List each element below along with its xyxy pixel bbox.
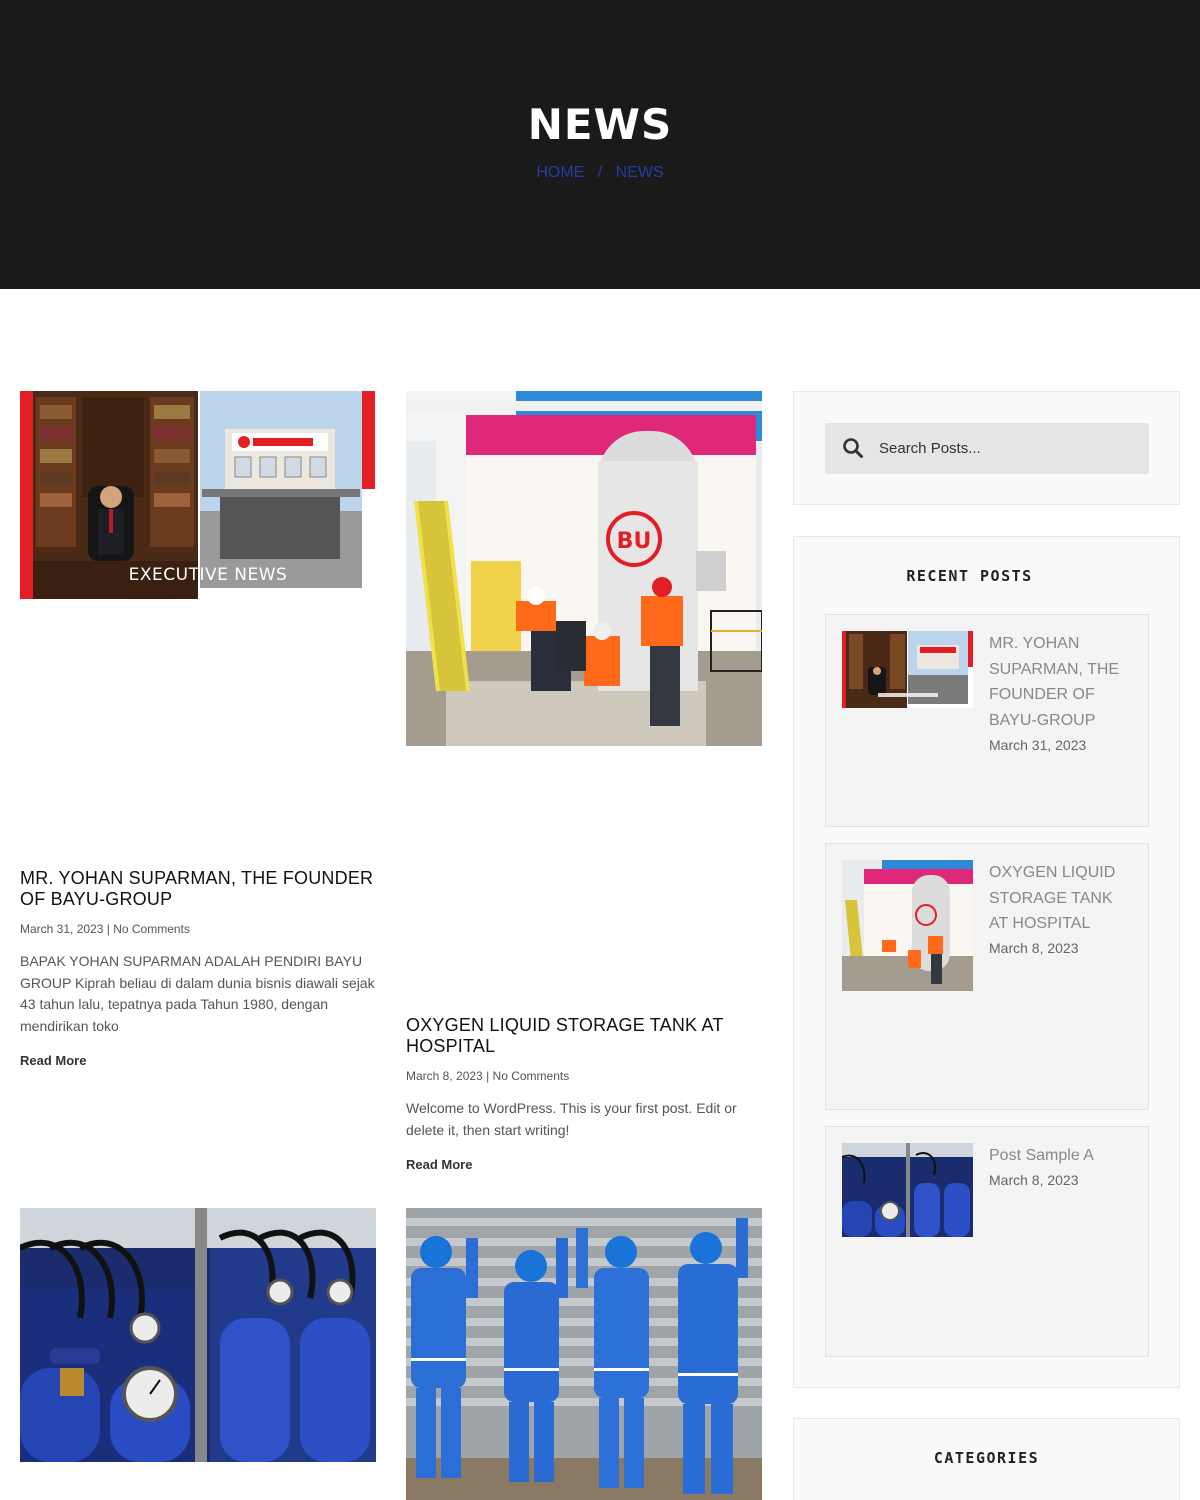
- executive-news-thumb: [842, 631, 973, 708]
- breadcrumb-separator: /: [597, 164, 603, 181]
- post-thumbnail[interactable]: [20, 1208, 376, 1462]
- post-thumbnail[interactable]: [406, 1208, 762, 1500]
- post-excerpt: BAPAK YOHAN SUPARMAN ADALAH PENDIRI BAYU…: [20, 953, 375, 1034]
- recent-post-title[interactable]: OXYGEN LIQUID STORAGE TANK AT HOSPITAL: [989, 860, 1134, 937]
- gas-cylinders-thumb: [842, 1143, 973, 1237]
- recent-post-item[interactable]: MR. YOHAN SUPARMAN, THE FOUNDER OF BAYU-…: [825, 614, 1149, 827]
- oxygen-tank-thumb: [842, 860, 973, 991]
- breadcrumb-home-link[interactable]: HOME: [536, 164, 584, 181]
- oxygen-tank-image: BU: [406, 391, 762, 746]
- recent-post-thumbnail[interactable]: [842, 1143, 973, 1237]
- post-thumbnail[interactable]: EXECUTIVE NEWS: [20, 391, 376, 599]
- post-excerpt: Welcome to WordPress. This is your first…: [406, 1100, 737, 1138]
- read-more-link[interactable]: Read More: [406, 1157, 472, 1172]
- recent-post-title[interactable]: MR. YOHAN SUPARMAN, THE FOUNDER OF BAYU-…: [989, 631, 1134, 733]
- post-title[interactable]: MR. YOHAN SUPARMAN, THE FOUNDER OF BAYU-…: [20, 868, 376, 910]
- recent-post-item[interactable]: OXYGEN LIQUID STORAGE TANK AT HOSPITAL M…: [825, 843, 1149, 1110]
- read-more-link[interactable]: Read More: [20, 1053, 86, 1068]
- categories-widget: CATEGORIES: [793, 1418, 1180, 1500]
- post-thumbnail[interactable]: BU: [406, 391, 762, 746]
- workers-image: [406, 1208, 762, 1500]
- breadcrumb-current-link[interactable]: NEWS: [616, 164, 664, 181]
- search-widget: [793, 391, 1180, 505]
- image-caption: EXECUTIVE NEWS: [129, 565, 288, 585]
- recent-post-thumbnail[interactable]: [842, 860, 973, 991]
- post-date: March 31, 2023: [20, 922, 104, 936]
- post-comments-link[interactable]: No Comments: [113, 922, 190, 936]
- recent-post-thumbnail[interactable]: [842, 631, 973, 708]
- breadcrumb: HOME / NEWS: [0, 164, 1200, 182]
- post-meta: March 8, 2023 | No Comments: [406, 1069, 762, 1083]
- categories-title: CATEGORIES: [933, 1449, 1040, 1467]
- post-meta: March 31, 2023 | No Comments: [20, 922, 376, 936]
- gas-cylinders-image: [20, 1208, 376, 1462]
- recent-posts-widget: RECENT POSTS MR. YOHAN SUPARMAN, THE FOU…: [793, 536, 1180, 1388]
- recent-post-item[interactable]: Post Sample A March 8, 2023: [825, 1126, 1149, 1357]
- search-box: [825, 423, 1149, 474]
- recent-post-date: March 31, 2023: [989, 737, 1087, 753]
- post-comments-link[interactable]: No Comments: [493, 1069, 570, 1083]
- recent-post-title[interactable]: Post Sample A: [989, 1143, 1134, 1169]
- page-title: NEWS: [527, 100, 673, 149]
- meta-separator: |: [106, 922, 110, 936]
- page-hero: NEWS HOME / NEWS: [0, 0, 1200, 289]
- post-title[interactable]: OXYGEN LIQUID STORAGE TANK AT HOSPITAL: [406, 1015, 762, 1057]
- recent-post-date: March 8, 2023: [989, 940, 1079, 956]
- post-date: March 8, 2023: [406, 1069, 483, 1083]
- recent-posts-title: RECENT POSTS: [906, 567, 1033, 585]
- svg-text:BU: BU: [617, 529, 652, 554]
- search-icon[interactable]: [842, 437, 864, 459]
- meta-separator: |: [486, 1069, 490, 1083]
- recent-post-date: March 8, 2023: [989, 1172, 1079, 1188]
- search-input[interactable]: [879, 423, 1139, 474]
- executive-news-image: EXECUTIVE NEWS: [20, 391, 376, 599]
